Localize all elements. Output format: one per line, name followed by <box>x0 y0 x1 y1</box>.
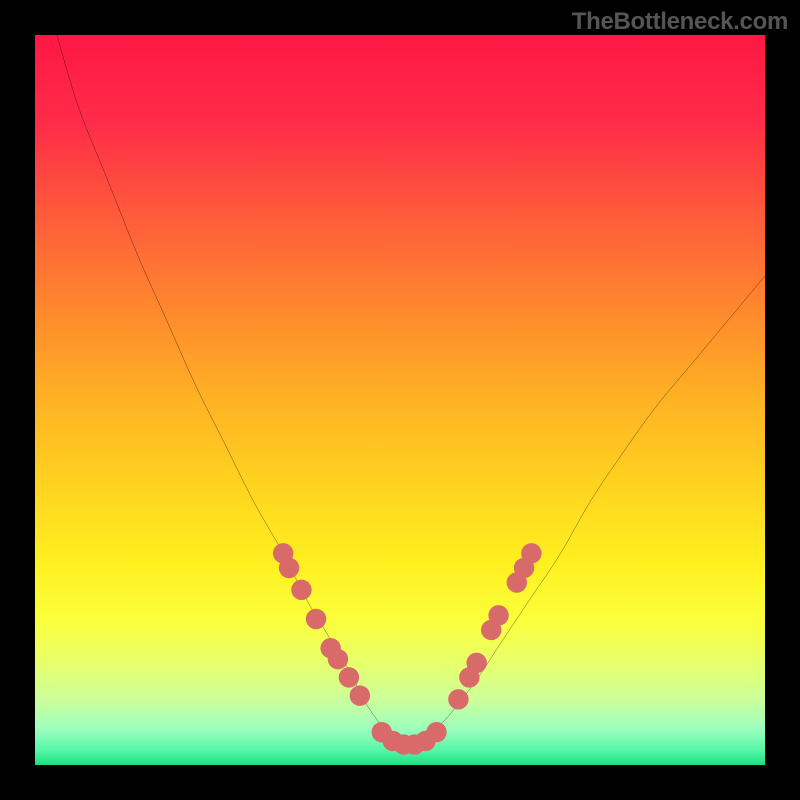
chart-svg <box>35 35 765 765</box>
watermark-text: TheBottleneck.com <box>572 8 788 36</box>
marker-dot <box>488 605 508 625</box>
chart-plot-area <box>35 35 765 765</box>
marker-dot <box>466 653 486 673</box>
marker-dot <box>328 649 348 669</box>
chart-background <box>35 35 765 765</box>
marker-dot <box>306 609 326 629</box>
marker-dot <box>291 580 311 600</box>
marker-dot <box>448 689 468 709</box>
marker-dot <box>339 667 359 687</box>
marker-dot <box>426 722 446 742</box>
marker-dot <box>279 558 299 578</box>
marker-dot <box>521 543 541 563</box>
marker-dot <box>350 685 370 705</box>
